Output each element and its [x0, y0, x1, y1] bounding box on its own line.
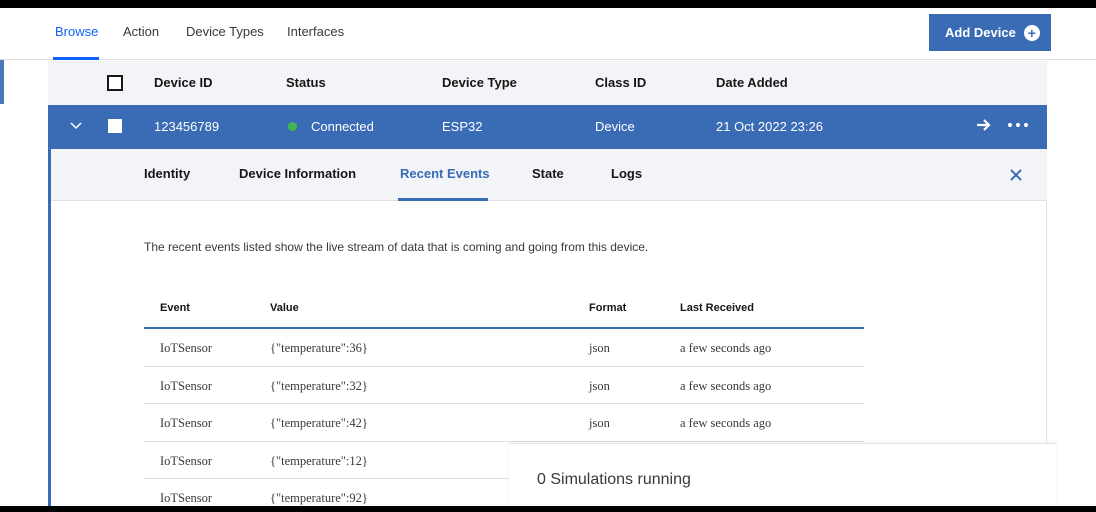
add-device-label: Add Device — [945, 25, 1016, 40]
left-strip — [0, 60, 4, 104]
event-name: IoTSensor — [160, 453, 213, 468]
tab-recent-events[interactable]: Recent Events — [400, 166, 490, 181]
simulations-status: 0 Simulations running — [537, 471, 691, 488]
event-value: {"temperature":32} — [270, 378, 368, 393]
tab-logs[interactable]: Logs — [611, 166, 642, 181]
device-id: 123456789 — [154, 119, 220, 134]
active-tab-indicator — [53, 57, 99, 60]
column-value: Value — [270, 302, 299, 314]
column-event: Event — [160, 302, 190, 314]
screen: Browse Action Device Types Interfaces Ad… — [0, 8, 1096, 506]
tab-identity[interactable]: Identity — [144, 166, 190, 181]
date-added: 21 Oct 2022 23:26 — [716, 119, 823, 134]
detail-tabs: Identity Device Information Recent Event… — [51, 149, 1047, 201]
tab-device-information[interactable]: Device Information — [239, 166, 356, 181]
event-last-received: a few seconds ago — [680, 378, 772, 393]
device-status: Connected — [311, 119, 374, 134]
device-type: ESP32 — [442, 119, 483, 134]
chevron-down-icon[interactable] — [68, 117, 84, 133]
column-format: Format — [589, 302, 627, 314]
close-icon[interactable] — [1009, 168, 1023, 182]
simulations-panel[interactable]: 0 Simulations running — [509, 443, 1056, 506]
event-value: {"temperature":42} — [270, 416, 368, 430]
event-value: {"temperature":92} — [270, 491, 368, 505]
table-header: Device ID Status Device Type Class ID Da… — [48, 61, 1047, 105]
event-name: IoTSensor — [160, 341, 213, 355]
column-device-id[interactable]: Device ID — [154, 75, 213, 90]
tab-device-types[interactable]: Device Types — [186, 24, 264, 39]
tab-browse[interactable]: Browse — [55, 24, 98, 39]
select-all-checkbox[interactable] — [107, 75, 123, 91]
column-last-received: Last Received — [680, 302, 754, 314]
add-device-button[interactable]: Add Device + — [929, 14, 1051, 51]
event-format: json — [589, 378, 610, 393]
device-row-selected[interactable]: 123456789 Connected ESP32 Device 21 Oct … — [48, 105, 1047, 149]
tab-action[interactable]: Action — [123, 24, 159, 39]
event-name: IoTSensor — [160, 416, 213, 430]
events-description: The recent events listed show the live s… — [144, 240, 649, 254]
table-row: IoTSensor {"temperature":32} json a few … — [144, 367, 864, 404]
event-last-received: a few seconds ago — [680, 416, 772, 430]
table-row: IoTSensor {"temperature":42} json a few … — [144, 404, 864, 442]
column-device-type[interactable]: Device Type — [442, 75, 517, 90]
top-nav: Browse Action Device Types Interfaces Ad… — [0, 8, 1096, 60]
column-status[interactable]: Status — [286, 75, 326, 90]
row-checkbox[interactable] — [108, 119, 122, 133]
column-class-id[interactable]: Class ID — [595, 75, 646, 90]
event-name: IoTSensor — [160, 491, 213, 505]
arrow-right-icon[interactable] — [975, 116, 993, 134]
class-id: Device — [595, 119, 635, 134]
event-format: json — [589, 341, 610, 355]
event-value: {"temperature":12} — [270, 453, 368, 468]
table-row: IoTSensor {"temperature":36} json a few … — [144, 329, 864, 367]
status-connected-icon — [288, 122, 297, 131]
event-name: IoTSensor — [160, 378, 213, 393]
overflow-menu-icon[interactable] — [1006, 116, 1030, 134]
event-last-received: a few seconds ago — [680, 341, 772, 355]
events-table-header: Event Value Format Last Received — [144, 288, 864, 329]
event-format: json — [589, 416, 610, 430]
tab-interfaces[interactable]: Interfaces — [287, 24, 344, 39]
active-detail-tab-indicator — [398, 198, 488, 201]
plus-circle-icon: + — [1023, 24, 1040, 41]
tab-state[interactable]: State — [532, 166, 564, 181]
event-value: {"temperature":36} — [270, 341, 368, 355]
column-date-added[interactable]: Date Added — [716, 75, 788, 90]
